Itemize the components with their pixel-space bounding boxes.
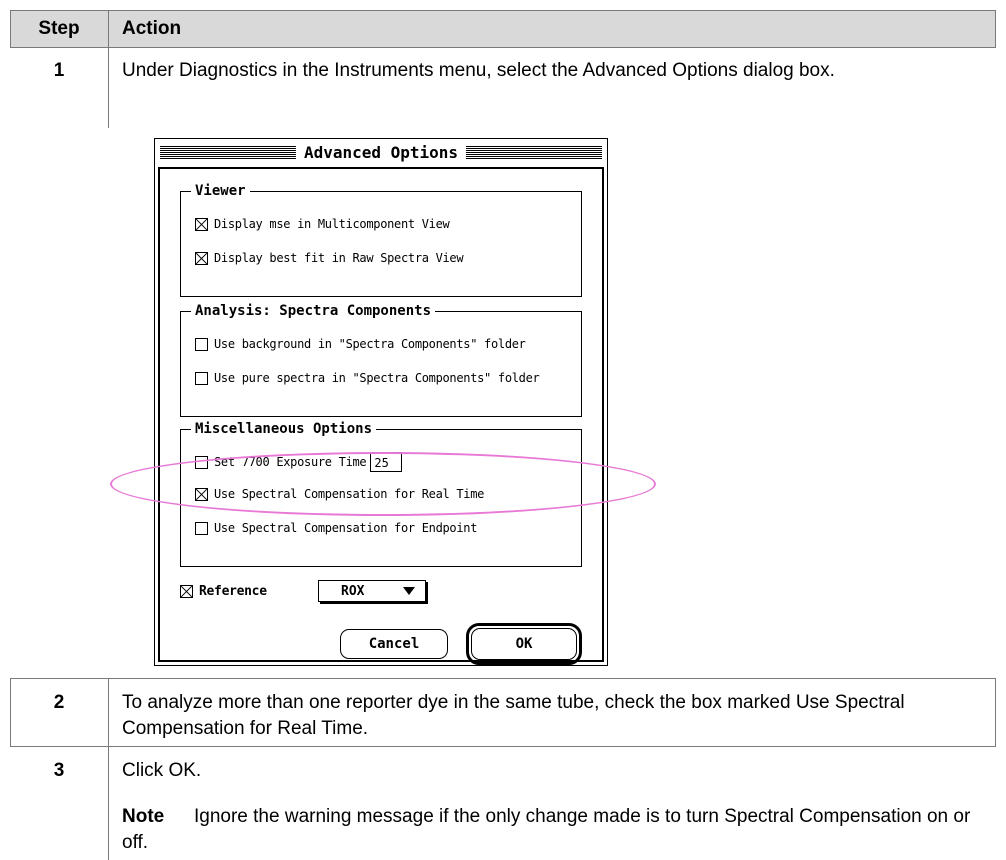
dialog-titlebar[interactable]: Advanced Options [158, 142, 604, 164]
misc-group-title: Miscellaneous Options [191, 419, 377, 439]
step-number-2: 2 [53, 692, 65, 713]
checkbox-empty-icon[interactable] [195, 455, 208, 469]
checkbox-checked-icon[interactable] [180, 584, 193, 598]
checkbox-checked-icon[interactable] [195, 487, 208, 501]
analysis-group: Analysis: Spectra Components Use backgro… [180, 301, 582, 417]
option-label: Use Spectral Compensation for Real Time [214, 487, 485, 501]
option-spectral-comp-endpoint[interactable]: Use Spectral Compensation for Endpoint [195, 518, 477, 538]
dialog-title: Advanced Options [295, 142, 467, 164]
analysis-group-title: Analysis: Spectra Components [191, 301, 436, 321]
step-text-1: Under Diagnostics in the Instruments men… [122, 60, 835, 81]
option-label: Set 7700 Exposure Time [214, 455, 367, 469]
option-use-pure-spectra[interactable]: Use pure spectra in "Spectra Components"… [195, 368, 540, 388]
step-text-2: To analyze more than one reporter dye in… [122, 692, 905, 739]
misc-group: Miscellaneous Options Set 7700 Exposure … [180, 419, 582, 567]
step-number-3: 3 [53, 760, 65, 781]
exposure-time-input[interactable]: 25 [370, 452, 403, 472]
checkbox-empty-icon[interactable] [195, 337, 208, 351]
checkbox-empty-icon[interactable] [195, 521, 208, 535]
advanced-options-dialog: Advanced Options Viewer Display mse in M… [154, 138, 608, 666]
checkbox-checked-icon[interactable] [195, 251, 208, 265]
row-divider-1 [10, 678, 996, 679]
viewer-group: Viewer Display mse in Multicomponent Vie… [180, 181, 582, 297]
option-exposure-time[interactable]: Set 7700 Exposure Time 25 [195, 452, 403, 472]
checkbox-checked-icon[interactable] [195, 217, 208, 231]
column-divider-top [108, 10, 109, 128]
note-text: Ignore the warning message if the only c… [122, 806, 971, 853]
checkbox-empty-icon[interactable] [195, 371, 208, 385]
option-use-background[interactable]: Use background in "Spectra Components" f… [195, 334, 526, 354]
option-label: Use Spectral Compensation for Endpoint [214, 521, 478, 535]
header-step: Step [38, 18, 80, 39]
dialog-content: Viewer Display mse in Multicomponent Vie… [158, 167, 604, 665]
table-header-divider [10, 47, 996, 48]
table-top-border [10, 10, 996, 11]
row-divider-2 [10, 746, 996, 747]
step-number-1: 1 [53, 60, 65, 81]
table-right-border-row2 [995, 678, 996, 746]
table-right-border [995, 10, 996, 47]
step-text-3: Click OK. [122, 760, 202, 781]
column-divider-bottom [108, 678, 109, 860]
option-reference[interactable]: Reference [180, 581, 267, 601]
popup-arrow-icon [403, 587, 415, 595]
option-label: Use background in "Spectra Components" f… [214, 337, 526, 351]
header-action: Action [122, 18, 182, 39]
option-spectral-comp-realtime[interactable]: Use Spectral Compensation for Real Time [195, 484, 484, 504]
viewer-group-title: Viewer [191, 181, 250, 201]
option-label: Display mse in Multicomponent View [214, 217, 450, 231]
reference-label: Reference [199, 583, 267, 599]
option-display-mse[interactable]: Display mse in Multicomponent View [195, 214, 450, 234]
reference-dye-value: ROX [341, 583, 365, 599]
ok-button[interactable]: OK [471, 628, 577, 660]
option-display-best-fit[interactable]: Display best fit in Raw Spectra View [195, 248, 464, 268]
cancel-button[interactable]: Cancel [340, 629, 448, 659]
option-label: Display best fit in Raw Spectra View [214, 251, 464, 265]
reference-dye-select[interactable]: ROX [318, 580, 426, 602]
option-label: Use pure spectra in "Spectra Components"… [214, 371, 540, 385]
